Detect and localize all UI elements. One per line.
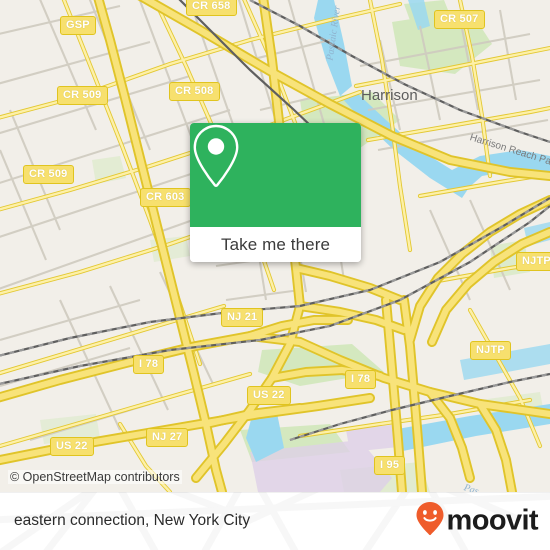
place-label: Harrison — [361, 87, 418, 104]
moovit-map-widget: CR 658 GSP CR 507 CR 509 CR 508 CR 509 CR 603 N… — [0, 0, 550, 550]
moovit-logo[interactable]: moovit — [415, 501, 539, 542]
road-shield: CR 507 — [434, 10, 485, 29]
road-shield: US 22 — [50, 437, 94, 456]
road-shield: NJTP — [470, 341, 511, 360]
take-me-there-button[interactable]: Take me there — [190, 227, 361, 262]
osm-attribution[interactable]: © OpenStreetMap contributors — [8, 470, 182, 484]
map-canvas[interactable]: CR 658 GSP CR 507 CR 509 CR 508 CR 509 CR 603 N… — [0, 0, 550, 492]
road-shield: I 95 — [374, 456, 406, 475]
card-pin-area — [190, 123, 361, 227]
road-shield: GSP — [60, 16, 96, 35]
take-me-there-card[interactable]: Take me there — [190, 123, 361, 262]
road-shield: NJ 27 — [146, 428, 189, 447]
road-shield: CR 509 — [23, 165, 74, 184]
road-shield: I 78 — [345, 370, 377, 389]
road-shield: NJTP — [516, 252, 550, 271]
road-shield: CR 508 — [169, 82, 220, 101]
moovit-wordmark: moovit — [446, 504, 539, 537]
moovit-smiley-pin-icon — [415, 501, 445, 542]
footer-bar: eastern connection, New York City moovit — [0, 492, 550, 550]
road-shield: I 78 — [133, 355, 165, 374]
footer-divider — [0, 492, 550, 493]
road-shield: US 22 — [247, 386, 291, 405]
location-title: eastern connection, New York City — [14, 512, 251, 529]
road-shield: CR 658 — [186, 0, 237, 16]
road-shield: CR 509 — [57, 86, 108, 105]
road-shield: NJ 21 — [221, 308, 264, 327]
road-shield: CR 603 — [140, 188, 191, 207]
